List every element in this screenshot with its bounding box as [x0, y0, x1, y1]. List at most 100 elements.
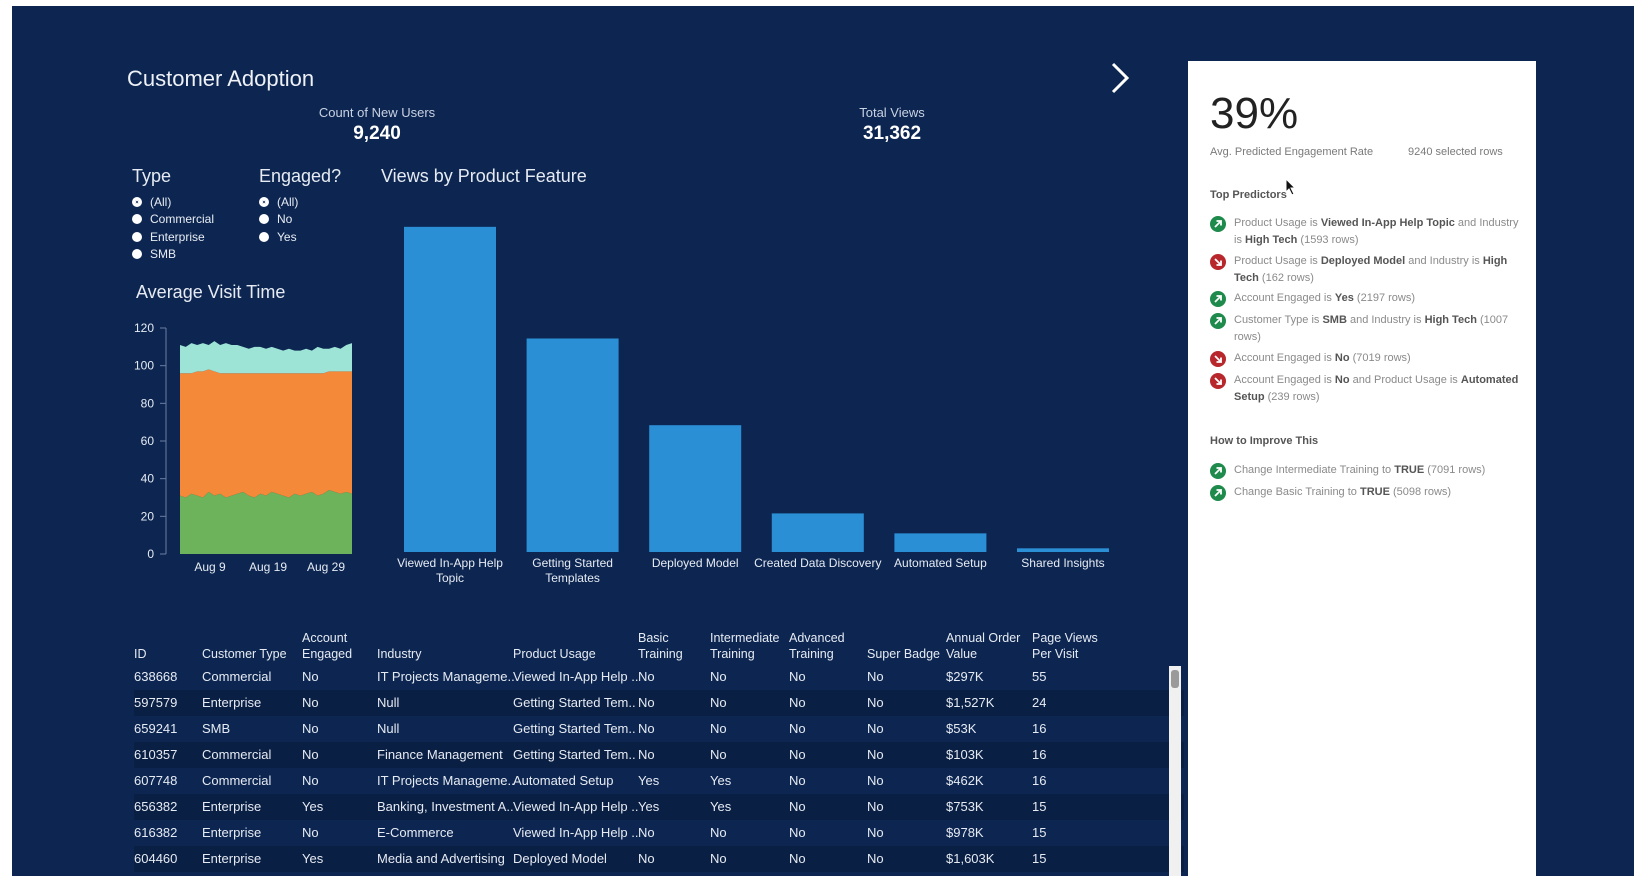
radio-button[interactable] — [259, 196, 269, 207]
type-filter-option[interactable]: Commercial — [132, 211, 214, 229]
bar[interactable] — [894, 533, 987, 552]
area-series-3[interactable] — [180, 341, 352, 374]
table-cell: 604460 — [134, 851, 178, 866]
column-header[interactable]: Account Engaged — [302, 630, 352, 662]
column-header[interactable]: ID — [134, 646, 147, 662]
table-row[interactable]: 604460 Enterprise Yes Media and Advertising… — [134, 846, 1184, 872]
selected-rows: 9240 selected rows — [1408, 146, 1503, 158]
table-cell: 659241 — [134, 721, 178, 736]
kpi-value: 9,240 — [353, 123, 401, 144]
table-scrollbar[interactable] — [1169, 666, 1181, 876]
table-cell: No — [710, 851, 727, 866]
views-by-feature-chart: Viewed In-App HelpTopic Getting StartedTe… — [397, 226, 1109, 585]
table-cell: Yes — [710, 773, 732, 788]
table-row[interactable]: 656382 Enterprise Yes Banking, Investment A… — [134, 794, 1184, 820]
table-row[interactable]: 659241 SMB No Null Getting Started Tem.. No No… — [134, 716, 1184, 742]
column-header[interactable]: Customer Type — [202, 646, 287, 662]
bar[interactable] — [404, 226, 496, 552]
predictor-text: Change Intermediate Training to TRUE (70… — [1234, 464, 1486, 476]
table-cell: No — [867, 799, 884, 814]
option-label: SMB — [150, 247, 177, 262]
option-label: (All) — [277, 194, 299, 209]
table-cell: 15 — [1032, 799, 1047, 814]
radio-button[interactable] — [132, 214, 142, 225]
table-cell: No — [638, 851, 655, 866]
bar[interactable] — [649, 425, 742, 552]
type-filter-option[interactable]: SMB — [132, 246, 214, 264]
table-row[interactable]: 597579 Enterprise No Null Getting Started Te… — [134, 690, 1184, 716]
table-cell: No — [867, 747, 884, 762]
y-tick-label: 60 — [141, 434, 155, 448]
table-cell: Enterprise — [202, 695, 262, 710]
column-header[interactable]: Annual Order Value — [946, 630, 1020, 662]
column-header[interactable]: Industry — [377, 646, 421, 662]
engaged-filter-option[interactable]: No — [259, 211, 341, 229]
column-header[interactable]: Basic Training — [638, 630, 683, 662]
area-series-1[interactable] — [180, 489, 352, 554]
table-cell: $978K — [946, 825, 984, 840]
column-header[interactable]: Page Views Per Visit — [1032, 630, 1098, 662]
predictor-item: Account Engaged is No and Product Usage … — [1210, 372, 1520, 405]
column-header[interactable]: Intermediate Training — [710, 630, 779, 662]
bar-chart-title: Views by Product Feature — [381, 166, 587, 186]
scrollbar-thumb[interactable] — [1171, 670, 1179, 688]
area-chart-title: Average Visit Time — [136, 282, 286, 302]
kpi-label: Total Views — [859, 105, 925, 120]
improve-title: How to Improve This — [1210, 435, 1319, 447]
area-series-2[interactable] — [180, 369, 352, 498]
bar-category-label: Templates — [545, 571, 600, 585]
radio-button[interactable] — [132, 231, 142, 242]
table-cell: 607748 — [134, 773, 178, 788]
table-row[interactable]: 616382 Enterprise No E-Commerce Viewed In-Ap… — [134, 820, 1184, 846]
type-filter-option[interactable]: (All) — [132, 193, 214, 211]
radio-button[interactable] — [132, 196, 142, 207]
engagement-rate: 39% — [1210, 89, 1299, 138]
prediction-panel: 39% Avg. Predicted Engagement Rate 9240 … — [1188, 61, 1536, 876]
table-cell: No — [789, 773, 806, 788]
bar[interactable] — [771, 513, 864, 552]
table-cell: No — [867, 851, 884, 866]
table-cell: 616382 — [134, 825, 178, 840]
table-cell: No — [302, 825, 319, 840]
table-cell: Yes — [710, 799, 732, 814]
mouse-cursor-icon — [1285, 178, 1297, 196]
table-cell: 55 — [1032, 669, 1047, 684]
type-filter-option[interactable]: Enterprise — [132, 228, 214, 246]
column-header[interactable]: Advanced Training — [789, 630, 845, 662]
radio-button[interactable] — [259, 214, 269, 225]
table-row[interactable]: 610357 Commercial No Finance Management Gett… — [134, 742, 1184, 768]
table-cell: 15 — [1032, 851, 1047, 866]
arrow-down-right-icon — [1210, 351, 1226, 367]
bar[interactable] — [1017, 548, 1109, 552]
bar[interactable] — [526, 338, 619, 552]
predictor-text: Product Usage is Deployed Model and Indu… — [1234, 255, 1508, 284]
table-cell: No — [710, 695, 727, 710]
table-cell: No — [710, 669, 727, 684]
engaged-filter-option[interactable]: Yes — [259, 228, 341, 246]
option-label: (All) — [150, 194, 172, 209]
predictor-text: Account Engaged is Yes (2197 rows) — [1234, 292, 1416, 304]
table-cell: No — [789, 695, 806, 710]
kpi-label: Count of New Users — [318, 105, 436, 120]
engaged-filter-option[interactable]: (All) — [259, 193, 341, 211]
table-cell: Enterprise — [202, 851, 262, 866]
radio-button[interactable] — [132, 249, 142, 260]
column-header[interactable]: Product Usage — [513, 646, 596, 662]
table-cell: IT Projects Manageme.. — [377, 669, 515, 684]
type-filter-title: Type — [132, 166, 172, 186]
radio-button[interactable] — [259, 231, 269, 242]
table-cell: $753K — [946, 799, 984, 814]
table-cell: 610357 — [134, 747, 178, 762]
predictor-text: Customer Type is SMB and Industry is Hig… — [1234, 314, 1509, 343]
arrow-down-right-icon — [1210, 373, 1226, 389]
table-cell: No — [302, 669, 319, 684]
table-row[interactable]: 607748 Commercial No IT Projects Manageme..… — [134, 768, 1184, 794]
x-tick-label: Aug 9 — [194, 560, 226, 574]
table-cell: Getting Started Tem.. — [513, 747, 636, 762]
table-cell: SMB — [202, 721, 231, 736]
table-row[interactable]: 638668 Commercial No IT Projects Manageme..… — [134, 664, 1184, 690]
chevron-right-icon[interactable] — [1107, 58, 1133, 106]
table-cell: No — [789, 851, 806, 866]
column-header[interactable]: Super Badge — [867, 646, 940, 662]
arrow-down-right-icon — [1210, 254, 1226, 270]
